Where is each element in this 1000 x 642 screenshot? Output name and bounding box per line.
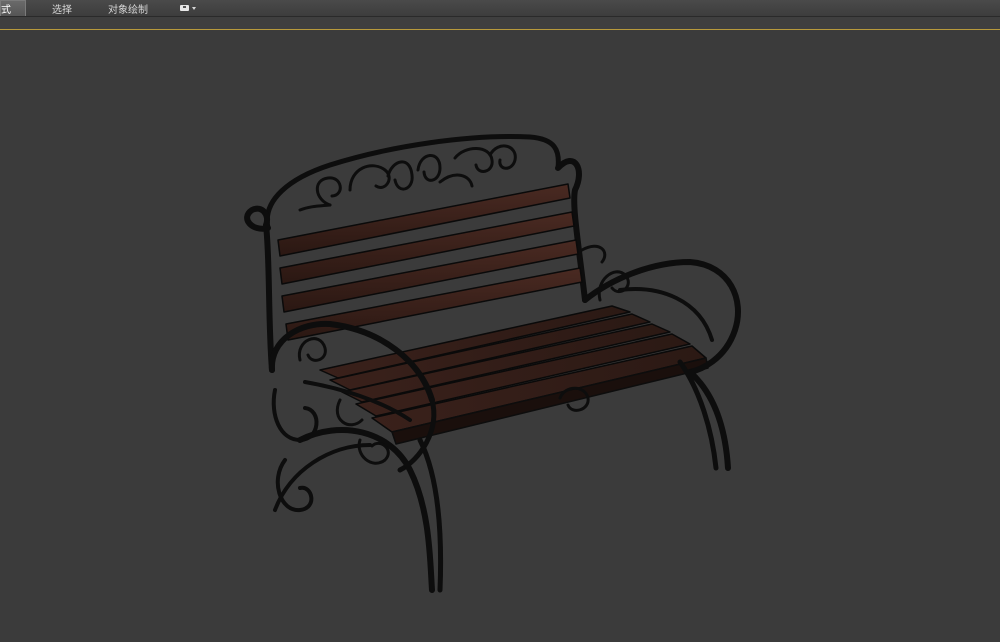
- tab-selection[interactable]: 选择: [44, 0, 100, 16]
- tab-mode[interactable]: 式: [0, 0, 26, 16]
- bench-render: [244, 134, 741, 593]
- 3d-viewport[interactable]: [0, 31, 1000, 642]
- viewport-display-icon: [180, 5, 189, 11]
- viewport-display-dropdown[interactable]: [172, 0, 204, 16]
- chevron-down-icon: [192, 6, 196, 10]
- menu-bar: 式 选择 对象绘制: [0, 0, 1000, 17]
- tab-object-paint[interactable]: 对象绘制: [100, 0, 168, 16]
- bench-model: [244, 134, 741, 593]
- app-window: 式 选择 对象绘制: [0, 0, 1000, 642]
- ribbon-strip: [0, 17, 1000, 30]
